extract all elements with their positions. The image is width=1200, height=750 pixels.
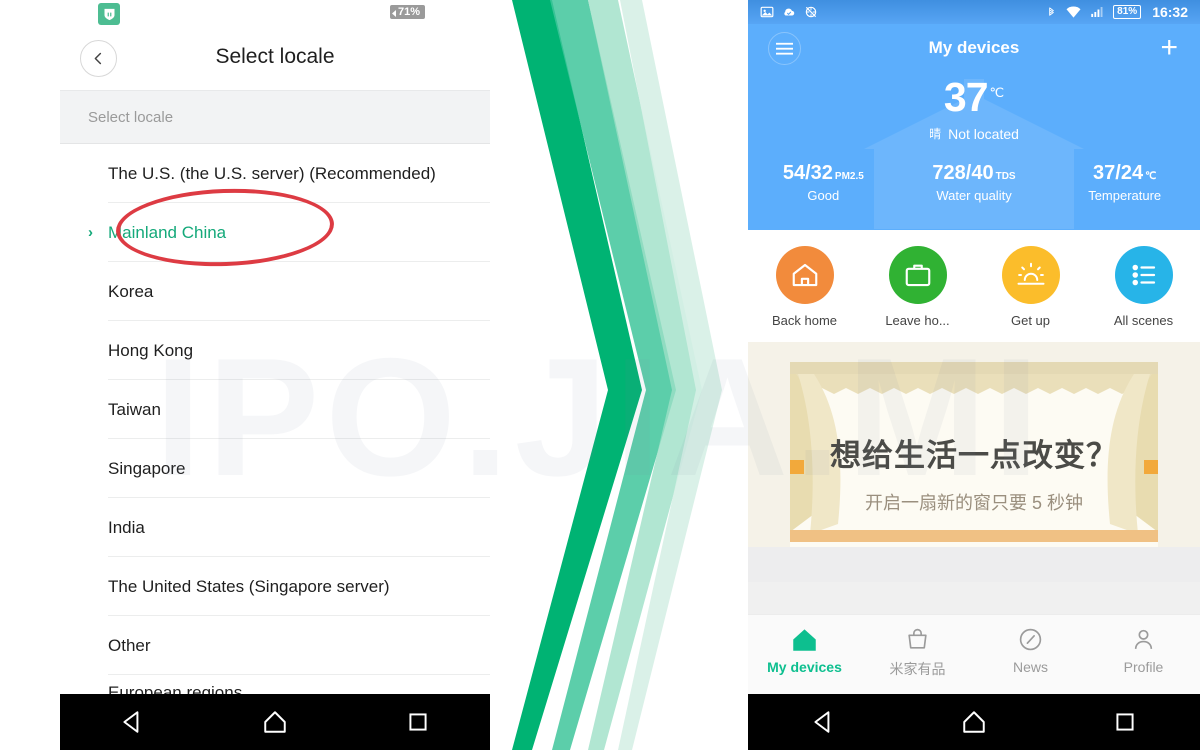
sync-disabled-icon — [805, 6, 817, 18]
locale-section-header: Select locale — [60, 90, 490, 144]
metrics-row: 54/32 PM2.5 Good 728/40 TDS Water quality … — [748, 162, 1200, 203]
app-title: My devices — [928, 38, 1020, 57]
app-header: My devices + — [748, 24, 1200, 72]
scene-label: All scenes — [1113, 313, 1174, 328]
tab-label: 米家有品 — [889, 661, 946, 677]
metric-caption: Good — [807, 188, 840, 203]
metric-pm25: 54/32 PM2.5 Good — [748, 162, 899, 203]
metric-value: 37/24 — [1093, 162, 1144, 184]
tab-my-devices[interactable]: My devices — [748, 615, 861, 694]
home-pentagon-icon[interactable] — [961, 709, 987, 735]
list-item[interactable]: Taiwan — [60, 380, 490, 439]
metric-caption: Temperature — [1088, 188, 1162, 203]
temperature-display: 37 ℃ — [748, 74, 1200, 121]
locale-label: The U.S. (the U.S. server) (Recommended) — [108, 163, 436, 183]
locale-label: Taiwan — [108, 399, 161, 419]
locale-label: India — [108, 517, 145, 537]
scene-label: Get up — [1010, 313, 1051, 328]
android-nav-bar — [748, 694, 1200, 750]
tab-youpin[interactable]: 米家有品 — [861, 615, 974, 694]
scene-label: Leave ho... — [885, 313, 950, 328]
list-item-mainland-china[interactable]: › Mainland China — [60, 203, 490, 262]
scene-get-up[interactable]: Get up — [974, 246, 1087, 328]
banner-subtitle: 开启一扇新的窗只要 5 秒钟 — [864, 493, 1083, 513]
house-icon — [793, 629, 816, 651]
locale-list: The U.S. (the U.S. server) (Recommended)… — [60, 144, 490, 711]
home-icon — [775, 246, 834, 304]
left-phone-screen: 71% Select locale Select locale The U.S.… — [60, 0, 490, 750]
metric-temperature: 37/24 ℃ Temperature — [1049, 162, 1200, 203]
compass-icon — [1019, 628, 1042, 651]
list-item[interactable]: Singapore — [60, 439, 490, 498]
list-icon — [1114, 246, 1173, 304]
screenshot-icon — [760, 6, 774, 18]
tab-label: News — [1012, 659, 1048, 675]
green-chevron-artwork — [490, 0, 748, 750]
locale-label: Singapore — [108, 458, 186, 478]
tab-label: Profile — [1123, 659, 1164, 675]
left-status-bar: 71% — [60, 0, 490, 28]
locale-label: Other — [108, 635, 151, 655]
scene-label: Back home — [771, 313, 838, 328]
temperature-unit: ℃ — [989, 85, 1005, 100]
bottom-tab-bar: My devices 米家有品 News Profile — [748, 614, 1200, 694]
android-nav-bar — [60, 694, 490, 750]
back-triangle-icon[interactable] — [810, 709, 836, 735]
scene-back-home[interactable]: Back home — [748, 246, 861, 328]
hamburger-menu-icon[interactable] — [768, 32, 801, 65]
list-item[interactable]: Hong Kong — [60, 321, 490, 380]
list-item[interactable]: Korea — [60, 262, 490, 321]
right-status-bar: 81% 16:32 — [748, 0, 1200, 24]
right-phone-screen: 81% 16:32 My devices + 37℃ 晴 Not located — [748, 0, 1200, 750]
person-icon — [1134, 629, 1153, 649]
metric-value: 54/32 — [782, 162, 833, 184]
scene-all-scenes[interactable]: All scenes — [1087, 246, 1200, 328]
page-title: Select locale — [215, 45, 335, 68]
recents-square-icon[interactable] — [1112, 709, 1138, 735]
recents-square-icon[interactable] — [405, 709, 431, 735]
list-item[interactable]: The U.S. (the U.S. server) (Recommended) — [60, 144, 490, 203]
bluetooth-icon — [1049, 6, 1054, 16]
sunrise-icon — [1001, 246, 1060, 304]
tab-news[interactable]: News — [974, 615, 1087, 694]
plus-icon[interactable]: + — [1160, 33, 1178, 63]
list-item[interactable]: The United States (Singapore server) — [60, 557, 490, 616]
temperature-value: 37 — [943, 74, 989, 120]
metric-caption: Water quality — [936, 188, 1012, 203]
screenshot-root: IPO.JIA.MI 71% Select locale Select loca… — [0, 0, 1200, 750]
locale-label: Hong Kong — [108, 340, 194, 360]
metric-value: 728/40 — [932, 162, 994, 184]
cloud-check-icon — [784, 8, 795, 16]
home-pentagon-icon[interactable] — [262, 709, 288, 735]
metric-unit: TDS — [995, 171, 1016, 182]
scene-shortcuts: Back home Leave ho... Get up All scenes — [748, 230, 1200, 342]
locale-label: Korea — [108, 281, 154, 301]
list-item[interactable]: India — [60, 498, 490, 557]
bag-icon — [908, 628, 927, 649]
metric-unit: ℃ — [1145, 171, 1157, 182]
metric-tds: 728/40 TDS Water quality — [899, 162, 1050, 203]
chevron-right-icon: › — [88, 224, 93, 241]
wifi-icon — [1066, 6, 1081, 18]
signal-icon — [1091, 7, 1103, 17]
mihome-app-icon — [98, 3, 120, 25]
weather-panel: My devices + 37℃ 晴 Not located 54/32PM2.… — [748, 24, 1200, 230]
list-item[interactable]: Other — [60, 616, 490, 675]
scene-leave-home[interactable]: Leave ho... — [861, 246, 974, 328]
right-battery-indicator: 81% — [1113, 5, 1142, 19]
briefcase-icon — [888, 246, 947, 304]
locale-label: Mainland China — [108, 222, 227, 242]
tab-profile[interactable]: Profile — [1087, 615, 1200, 694]
back-triangle-icon[interactable] — [119, 709, 145, 735]
banner-title: 想给生活一点改变？ — [830, 438, 1118, 473]
promo-banner[interactable]: 想给生活一点改变？ 开启一扇新的窗只要 5 秒钟 — [748, 342, 1200, 582]
locale-label: The United States (Singapore server) — [108, 576, 390, 596]
left-battery-indicator: 71% — [390, 5, 426, 19]
metric-unit: PM2.5 — [834, 171, 864, 182]
left-title-bar: Select locale — [60, 28, 490, 90]
tab-label: My devices — [767, 659, 842, 675]
status-clock: 16:32 — [1152, 4, 1188, 20]
